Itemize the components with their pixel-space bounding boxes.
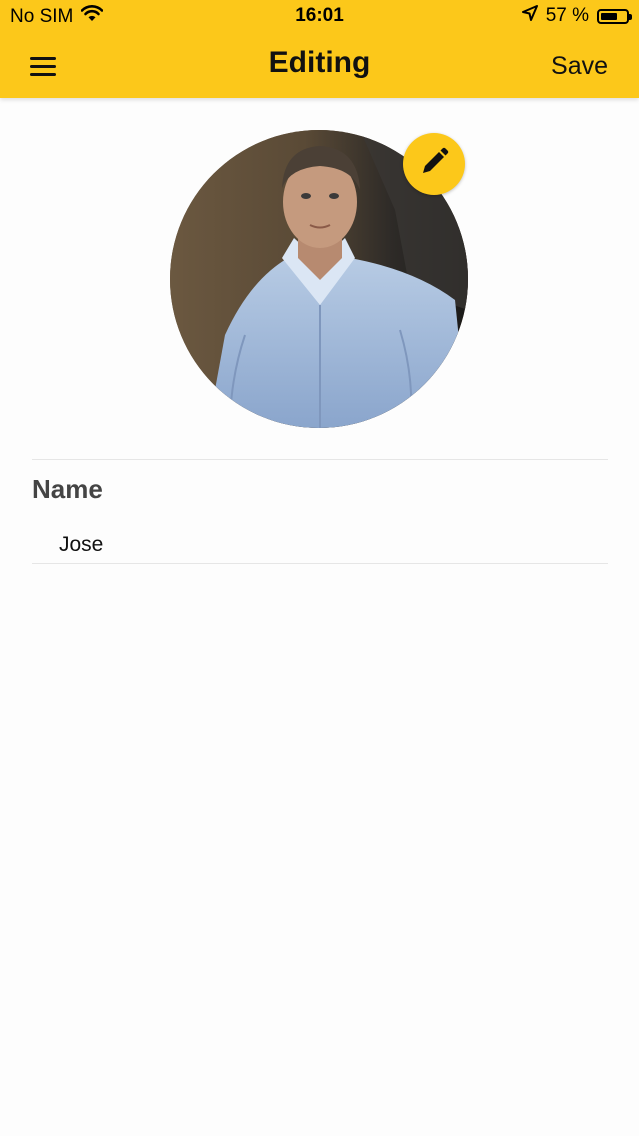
battery-icon bbox=[597, 8, 632, 24]
page-title: Editing bbox=[268, 46, 371, 79]
edit-photo-button[interactable] bbox=[403, 133, 465, 195]
battery-fill bbox=[601, 12, 617, 20]
top-bar: No SIM 16:01 57 % Editing Save bbox=[0, 0, 639, 98]
avatar-container bbox=[170, 130, 468, 428]
status-bar: No SIM 16:01 57 % bbox=[0, 0, 639, 34]
pencil-icon bbox=[418, 146, 450, 183]
navigation-bar: Editing Save bbox=[0, 34, 639, 98]
location-arrow-icon bbox=[521, 5, 538, 27]
save-button[interactable]: Save bbox=[551, 52, 608, 81]
status-right-group: 57 % bbox=[521, 5, 632, 27]
name-field-underline bbox=[32, 563, 608, 564]
name-field[interactable] bbox=[32, 527, 608, 563]
name-label: Name bbox=[32, 474, 103, 504]
battery-percent: 57 % bbox=[545, 5, 589, 26]
section-divider bbox=[32, 459, 608, 460]
